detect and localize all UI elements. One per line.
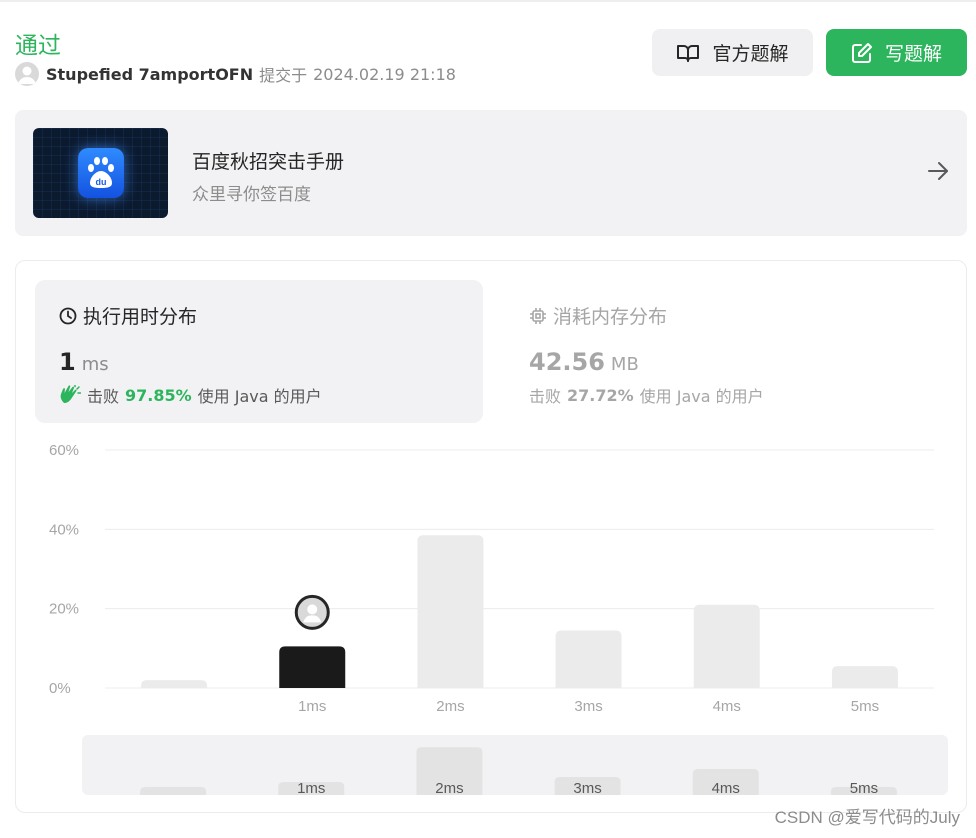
result-panel: 执行用时分布 1 ms 击败 97.85% 使用 Java 的用户 消耗内存分布 … [15,260,967,813]
top-divider [0,0,976,2]
banner-subtitle: 众里寻你签百度 [192,185,311,205]
baidu-logo-icon: du [77,148,124,198]
bar[interactable] [831,666,898,688]
arrow-right-icon [928,162,948,180]
x-tick-label: 2ms [436,698,464,715]
x-tick-label: 4ms [713,698,741,715]
official-solution-label: 官方题解 [712,43,789,65]
watermark: CSDN @爱写代码的July [774,808,960,827]
banner-thumbnail: du [33,128,168,218]
y-tick-label: 40% [49,521,79,538]
submission-status: 通过 [15,33,61,59]
bar-highlight[interactable] [279,646,346,688]
bar[interactable] [141,680,208,688]
book-icon [677,44,700,62]
username-link[interactable]: Stupefied 7amportOFN [46,65,253,84]
bar[interactable] [417,535,484,688]
official-solution-button[interactable]: 官方题解 [652,29,813,76]
minimap-track[interactable] [82,735,948,795]
y-tick-label: 60% [49,442,79,459]
minimap-tick-label: 5ms [850,780,878,797]
y-tick-label: 0% [49,680,71,697]
submission-meta: Stupefied 7amportOFN 提交于 2024.02.19 21:1… [15,62,456,86]
banner-title: 百度秋招突击手册 [192,151,345,173]
svg-text:du: du [95,177,106,187]
x-tick-label: 5ms [851,698,879,715]
minimap-tick-label: 1ms [297,780,325,797]
avatar[interactable] [15,62,39,86]
minimap-tick-label: 4ms [712,780,740,797]
minimap-bar [140,787,207,795]
submission-timestamp: 2024.02.19 21:18 [313,64,456,84]
edit-icon [851,42,872,63]
promo-banner[interactable]: du 百度秋招突击手册 众里寻你签百度 [15,110,967,236]
runtime-distribution-chart[interactable]: 0% 20% 40% 60% 1ms 2ms 3ms 4ms 5ms 1ms 2ms 3ms 4ms 5m… [16,261,966,812]
minimap-tick-label: 3ms [573,780,601,797]
write-solution-button[interactable]: 写题解 [826,29,967,76]
minimap-tick-label: 2ms [435,780,463,797]
x-tick-label: 1ms [298,698,326,715]
write-solution-label: 写题解 [884,43,942,65]
y-tick-label: 20% [49,601,79,618]
bar[interactable] [693,604,760,688]
submitted-at-label: 提交于 [259,66,308,85]
user-marker-head [307,604,318,615]
x-tick-label: 3ms [574,698,602,715]
bar[interactable] [555,630,622,688]
